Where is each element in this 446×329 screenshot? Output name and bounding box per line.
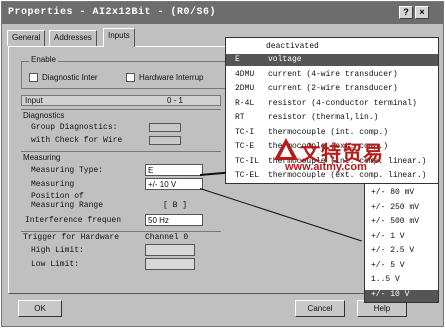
measuring-type-select[interactable]: E <box>145 164 203 176</box>
dropdown-option[interactable]: R-4L resistor (4-conductor terminal) <box>226 98 438 110</box>
tab-inputs[interactable]: Inputs <box>103 28 135 47</box>
interference-frequency-select[interactable]: 50 Hz <box>145 214 203 226</box>
range-option[interactable]: +/- 500 mV <box>365 217 438 229</box>
trigger-divider <box>21 231 221 232</box>
dropdown-option-code: RT <box>235 113 245 122</box>
check-for-wire-checkbox[interactable] <box>149 136 181 145</box>
tab-addresses[interactable]: Addresses <box>49 30 97 46</box>
watermark-logo-icon <box>274 138 298 160</box>
range-option[interactable]: +/- 2.5 V <box>365 246 438 258</box>
dropdown-option[interactable]: 2DMU current (2-wire transducer) <box>226 83 438 95</box>
enable-group-label: Enable <box>29 55 58 64</box>
dropdown-option-deactivated[interactable]: deactivated <box>226 41 438 53</box>
dropdown-option-code: TC-E <box>235 142 255 151</box>
window-title: Properties - AI2x12Bit - (R0/S6) <box>8 7 217 18</box>
diagnostic-interrupt-checkbox[interactable] <box>29 73 38 82</box>
input-header <box>21 95 221 106</box>
measuring-range-position-value: [ B ] <box>163 201 188 210</box>
input-header-label: Input <box>25 96 43 105</box>
diagnostic-interrupt-label: Diagnostic Inter <box>42 73 98 82</box>
range-option[interactable]: +/- 80 mV <box>365 188 438 200</box>
help-question-button[interactable]: ? <box>399 6 413 19</box>
measuring-range-position-label: Measuring Range <box>31 201 104 210</box>
measuring-section-label: Measuring <box>23 153 61 162</box>
trigger-hardware-label: Trigger for Hardware <box>23 233 120 242</box>
tab-general[interactable]: General <box>7 30 46 46</box>
range-option[interactable]: +/- 250 mV <box>365 203 438 215</box>
dropdown-option[interactable]: Evoltage <box>226 54 438 66</box>
close-button[interactable]: × <box>415 6 429 19</box>
low-limit-label: Low Limit: <box>31 260 80 269</box>
ok-button[interactable]: OK <box>18 300 62 317</box>
measuring-type-label: Measuring Type: <box>31 166 104 175</box>
trigger-channel-label: Channel 0 <box>145 233 189 242</box>
dropdown-option-code: E <box>235 55 240 64</box>
title-bar[interactable]: Properties - AI2x12Bit - (R0/S6) ? × <box>2 2 443 24</box>
dropdown-option-code: TC-IL <box>235 156 260 166</box>
cancel-button[interactable]: Cancel <box>295 300 345 317</box>
dropdown-option[interactable]: RT resistor (thermal,lin.) <box>226 112 438 124</box>
range-option[interactable]: 1..5 V <box>365 275 438 287</box>
dropdown-option-code: 4DMU <box>235 69 255 79</box>
interference-frequency-label: Interference frequen <box>25 216 122 225</box>
dropdown-option-description: resistor (thermal,lin.) <box>268 113 379 122</box>
measuring-range-label: Measuring <box>31 180 75 189</box>
group-diagnostics-label: Group Diagnostics: <box>31 123 118 132</box>
watermark-url: www.aitmy.com <box>285 161 367 173</box>
dropdown-option-code: R-4L <box>235 98 255 108</box>
dropdown-option-description: current (4-wire transducer) <box>268 69 398 79</box>
diagnostics-divider <box>21 109 221 110</box>
hardware-interrupt-label: Hardware Interrup <box>139 73 204 82</box>
group-diagnostics-checkbox[interactable] <box>149 123 181 132</box>
dropdown-option[interactable]: 4DMU current (4-wire transducer) <box>226 69 438 81</box>
range-option[interactable]: +/- 1 V <box>365 232 438 244</box>
dropdown-option-code: 2DMU <box>235 84 255 93</box>
dropdown-option-description: resistor (4-conductor terminal) <box>268 98 417 108</box>
range-option[interactable]: +/- 5 V <box>365 261 438 273</box>
dropdown-option-code: TC-I <box>235 127 255 137</box>
input-channel-label: 0 - 1 <box>167 96 184 105</box>
dropdown-option-description: current (2-wire transducer) <box>268 84 398 93</box>
dropdown-option-description: thermocouple (int. comp.) <box>268 127 389 137</box>
dropdown-option-description: voltage <box>268 55 302 64</box>
dropdown-option-code: TC-EL <box>235 171 260 180</box>
measuring-range-select[interactable]: +/- 10 V <box>145 178 203 190</box>
low-limit-field[interactable] <box>145 258 195 270</box>
range-option[interactable]: +/- 10 V <box>365 289 438 302</box>
diagnostics-section-label: Diagnostics <box>23 111 65 120</box>
position-of-label: Position of <box>31 192 84 201</box>
measuring-divider <box>21 151 221 152</box>
measuring-range-dropdown-list: +/- 80 mV +/- 250 mV +/- 500 mV +/- 1 V +/- … <box>364 183 439 303</box>
high-limit-label: High Limit: <box>31 246 84 255</box>
check-for-wire-label: with Check for Wire <box>31 136 123 145</box>
high-limit-field[interactable] <box>145 244 195 256</box>
hardware-interrupt-checkbox[interactable] <box>126 73 135 82</box>
